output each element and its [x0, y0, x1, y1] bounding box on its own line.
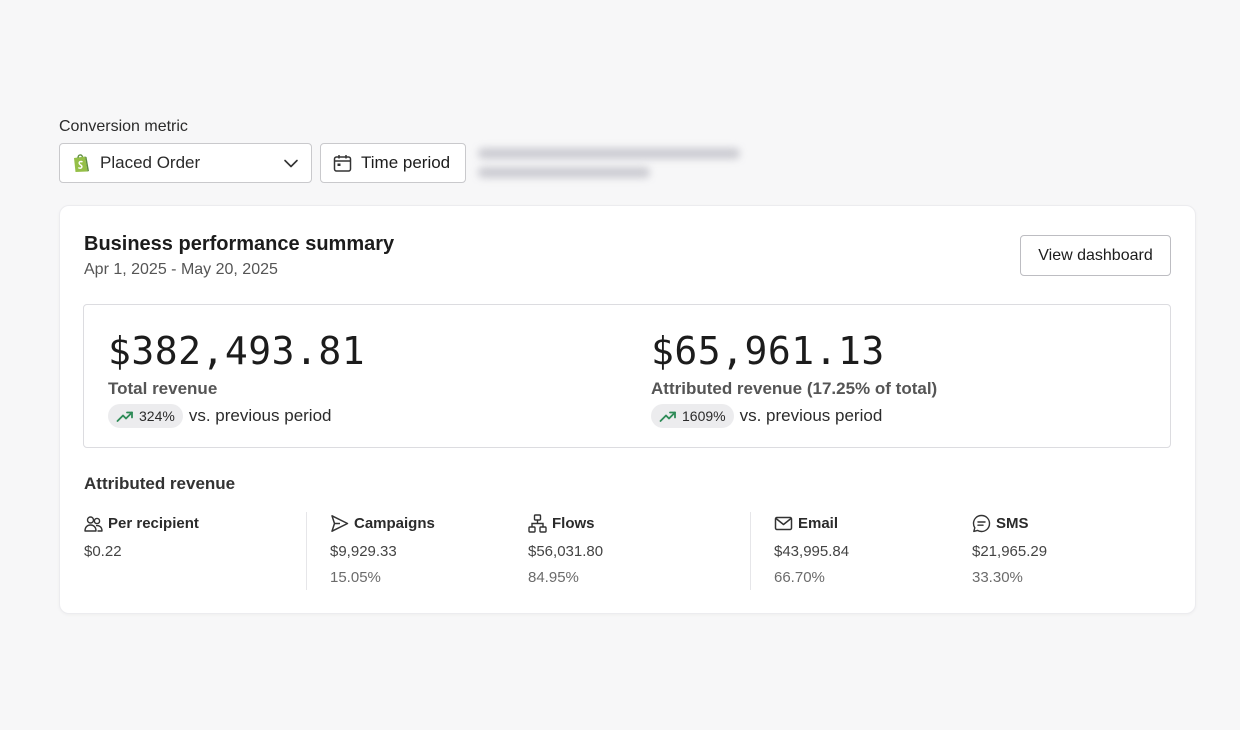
per-recipient-metric: Per recipient $0.22 [84, 512, 199, 561]
attributed-revenue-title: Attributed revenue [84, 474, 236, 493]
per-recipient-label: Per recipient [108, 514, 199, 532]
attributed-revenue-kpi: $65,961.13 Attributed revenue (17.25% of… [651, 329, 937, 428]
flows-label: Flows [552, 514, 595, 532]
trend-badge: 1609% [651, 404, 734, 428]
total-revenue-trend: 324% vs. previous period [108, 404, 365, 428]
trending-up-icon [116, 408, 134, 424]
trend-text: vs. previous period [188, 406, 332, 425]
filter-row: Placed Order Time period [59, 143, 744, 183]
date-range: Apr 1, 2025 - May 20, 2025 [84, 261, 278, 278]
total-revenue-label: Total revenue [108, 379, 218, 398]
conversion-metric-label: Conversion metric [59, 118, 188, 135]
campaigns-metric: Campaigns $9,929.33 15.05% [330, 512, 435, 587]
total-revenue-kpi: $382,493.81 Total revenue 324% vs. previ… [108, 329, 365, 428]
sms-metric: SMS $21,965.29 33.30% [972, 512, 1047, 586]
view-dashboard-button[interactable]: View dashboard [1020, 235, 1171, 276]
flow-icon [528, 513, 547, 533]
email-percent: 66.70% [774, 569, 825, 586]
time-period-button[interactable]: Time period [320, 143, 467, 183]
email-amount: $43,995.84 [774, 543, 850, 560]
metric-divider [306, 512, 307, 590]
sms-percent: 33.30% [972, 569, 1023, 586]
filters-bar: Conversion metric Placed Order Time peri… [59, 117, 744, 183]
per-recipient-amount: $0.22 [84, 543, 122, 560]
send-icon [330, 514, 349, 533]
campaigns-label: Campaigns [354, 514, 435, 532]
time-period-label: Time period [361, 153, 451, 172]
total-revenue-value: $382,493.81 [108, 329, 366, 373]
trend-text: vs. previous period [739, 406, 883, 425]
trend-percent: 324% [139, 408, 175, 424]
mail-icon [774, 514, 793, 533]
flows-metric: Flows $56,031.80 84.95% [528, 512, 603, 586]
shopify-icon [72, 153, 90, 173]
trending-up-icon [659, 408, 677, 424]
campaigns-amount: $9,929.33 [330, 543, 397, 560]
flows-amount: $56,031.80 [528, 543, 604, 560]
trend-badge: 324% [108, 404, 183, 428]
campaigns-percent: 15.05% [330, 569, 381, 586]
chat-icon [972, 514, 991, 533]
blurred-date-range [474, 143, 744, 183]
attributed-metrics: Per recipient $0.22 Campaigns $9,929.33 … [84, 512, 1174, 592]
kpi-box: $382,493.81 Total revenue 324% vs. previ… [83, 304, 1171, 448]
conversion-metric-value: Placed Order [100, 153, 201, 172]
email-label: Email [798, 514, 839, 532]
metric-divider [750, 512, 751, 590]
conversion-metric-select[interactable]: Placed Order [59, 143, 312, 183]
email-metric: Email $43,995.84 66.70% [774, 512, 850, 587]
sms-amount: $21,965.29 [972, 543, 1048, 560]
flows-percent: 84.95% [528, 569, 579, 586]
attributed-revenue-label: Attributed revenue (17.25% of total) [651, 379, 938, 398]
card-title: Business performance summary [84, 233, 395, 255]
attributed-revenue-value: $65,961.13 [651, 329, 885, 373]
sms-label: SMS [996, 514, 1029, 532]
chevron-down-icon [283, 155, 299, 171]
attributed-revenue-trend: 1609% vs. previous period [651, 404, 937, 428]
business-performance-card: Business performance summary Apr 1, 2025… [59, 205, 1196, 614]
people-icon [84, 514, 103, 533]
calendar-icon [333, 154, 352, 173]
trend-percent: 1609% [682, 408, 726, 424]
